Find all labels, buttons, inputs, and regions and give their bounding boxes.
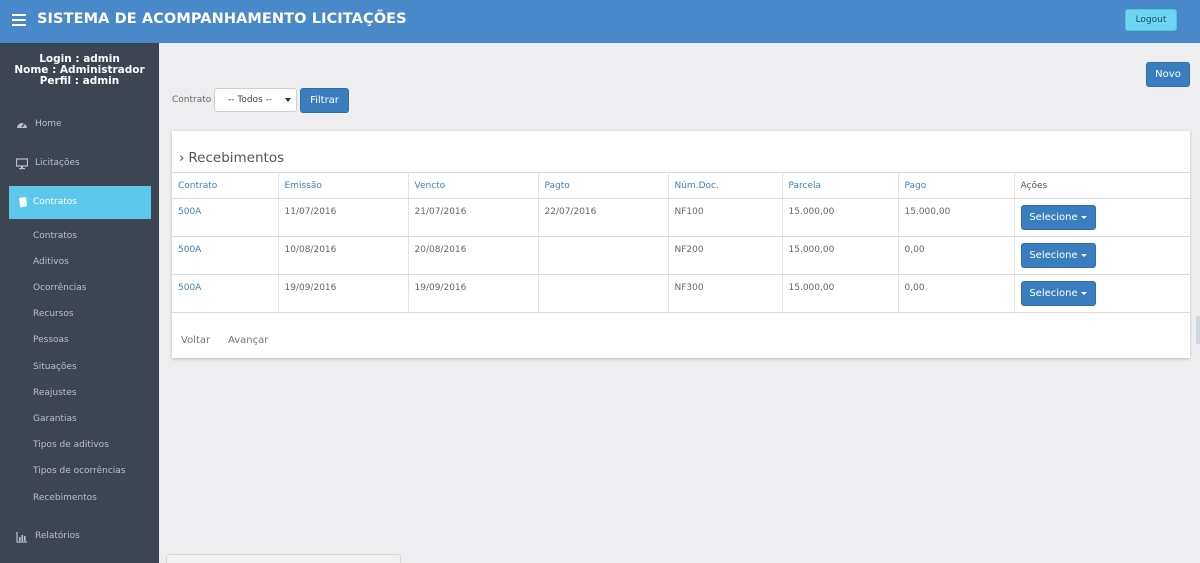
top-bar: SISTEMA DE ACOMPANHAMENTO LICITAÇÕES Log…	[0, 0, 1200, 43]
column-header-emissao[interactable]: Emissão	[278, 172, 409, 199]
cell-parcela: 15.000,00	[782, 274, 899, 313]
sidebar-subitem-tipos-aditivos[interactable]: Tipos de aditivos	[33, 440, 109, 450]
panel-title-text: Recebimentos	[188, 150, 285, 166]
caret-down-icon	[1080, 253, 1087, 257]
column-header-acoes: Ações	[1014, 172, 1190, 199]
column-header-pagto[interactable]: Pagto	[538, 172, 669, 199]
cell-vencto: 19/09/2016	[408, 274, 539, 313]
novo-button[interactable]: Novo	[1146, 62, 1190, 87]
column-header-contrato[interactable]: Contrato	[172, 172, 279, 199]
cell-parcela: 15.000,00	[782, 236, 899, 275]
cell-numdoc: NF200	[668, 236, 783, 275]
cell-parcela: 15.000,00	[782, 198, 899, 237]
panel-title: › Recebimentos	[179, 150, 284, 166]
bottom-tab-edge	[166, 554, 401, 563]
column-header-parcela[interactable]: Parcela	[782, 172, 899, 199]
column-header-vencto[interactable]: Vencto	[408, 172, 539, 199]
sidebar-item-home[interactable]: Home	[0, 111, 159, 141]
cell-emissao: 11/07/2016	[278, 198, 409, 237]
cell-contrato[interactable]: 500A	[172, 274, 279, 313]
recebimentos-panel: › Recebimentos Contrato Emissão Vencto Pa…	[172, 131, 1190, 358]
sidebar-subitem-reajustes[interactable]: Reajustes	[33, 388, 77, 398]
sidebar-item-contratos[interactable]: Contratos	[9, 186, 151, 219]
selecione-button[interactable]: Selecione	[1020, 243, 1096, 268]
sidebar-subitem-recebimentos[interactable]: Recebimentos	[33, 493, 97, 503]
chevron-right-icon: ›	[179, 150, 185, 166]
cell-vencto: 20/08/2016	[408, 236, 539, 275]
monitor-icon	[16, 158, 28, 170]
selecione-label: Selecione	[1029, 250, 1078, 261]
sidebar-subitem-aditivos[interactable]: Aditivos	[33, 257, 69, 267]
sidebar-item-relatorios[interactable]: Relatórios	[0, 523, 159, 553]
side-scroll-tab[interactable]	[1196, 316, 1200, 344]
sidebar: Login : admin Nome : Administrador Perfi…	[0, 43, 159, 563]
user-info: Login : admin Nome : Administrador Perfi…	[0, 54, 159, 87]
cell-pagto: 22/07/2016	[538, 198, 669, 237]
cell-emissao: 10/08/2016	[278, 236, 409, 275]
sidebar-subitem-pessoas[interactable]: Pessoas	[33, 335, 69, 345]
table-row: 500A 19/09/2016 19/09/2016 NF300 15.000,…	[172, 274, 1190, 313]
pager-prev-link[interactable]: Voltar	[181, 335, 210, 346]
cell-acoes: Selecione	[1014, 198, 1190, 237]
selecione-label: Selecione	[1029, 212, 1078, 223]
sidebar-subitem-contratos[interactable]: Contratos	[33, 231, 77, 241]
table-row: 500A 11/07/2016 21/07/2016 22/07/2016 NF…	[172, 198, 1190, 237]
sidebar-subitem-recursos[interactable]: Recursos	[33, 309, 74, 319]
pager-next-link[interactable]: Avançar	[228, 335, 268, 346]
cell-pagto	[538, 274, 669, 313]
contrato-filter-label: Contrato	[172, 95, 212, 105]
cell-vencto: 21/07/2016	[408, 198, 539, 237]
sidebar-item-licitacoes[interactable]: Licitações	[0, 150, 159, 180]
table-header-row: Contrato Emissão Vencto Pagto Núm.Doc. P…	[172, 172, 1190, 199]
sidebar-item-label: Contratos	[33, 197, 77, 207]
cell-contrato[interactable]: 500A	[172, 198, 279, 237]
sidebar-subitem-garantias[interactable]: Garantias	[33, 414, 77, 424]
sidebar-item-label: Licitações	[35, 158, 80, 168]
sidebar-subitem-situacoes[interactable]: Situações	[33, 362, 77, 372]
cell-acoes: Selecione	[1014, 236, 1190, 275]
column-header-numdoc[interactable]: Núm.Doc.	[668, 172, 783, 199]
book-icon	[19, 197, 27, 208]
chevron-down-icon	[285, 98, 291, 102]
cell-pagto	[538, 236, 669, 275]
tachometer-icon	[17, 123, 27, 128]
filtrar-button[interactable]: Filtrar	[300, 88, 349, 113]
caret-down-icon	[1080, 291, 1087, 295]
recebimentos-table: Contrato Emissão Vencto Pagto Núm.Doc. P…	[172, 172, 1190, 313]
cell-numdoc: NF300	[668, 274, 783, 313]
cell-pago: 0,00	[898, 236, 1015, 275]
cell-numdoc: NF100	[668, 198, 783, 237]
sidebar-subitem-tipos-ocorrencias[interactable]: Tipos de ocorrências	[33, 466, 126, 476]
logout-button[interactable]: Logout	[1125, 9, 1177, 31]
sidebar-item-label: Home	[35, 119, 62, 129]
user-profile: Perfil : admin	[39, 75, 120, 87]
caret-down-icon	[1080, 215, 1087, 219]
table-row: 500A 10/08/2016 20/08/2016 NF200 15.000,…	[172, 236, 1190, 275]
sidebar-item-label: Relatórios	[35, 531, 80, 541]
cell-pago: 0,00	[898, 274, 1015, 313]
sidebar-subitem-ocorrencias[interactable]: Ocorrências	[33, 283, 86, 293]
hamburger-icon[interactable]	[12, 14, 26, 26]
app-title: SISTEMA DE ACOMPANHAMENTO LICITAÇÕES	[37, 11, 407, 27]
selecione-button[interactable]: Selecione	[1020, 205, 1096, 230]
column-header-pago[interactable]: Pago	[898, 172, 1015, 199]
selecione-button[interactable]: Selecione	[1020, 281, 1096, 306]
selecione-label: Selecione	[1029, 288, 1078, 299]
cell-pago: 15.000,00	[898, 198, 1015, 237]
contrato-select-value: -- Todos --	[228, 95, 273, 105]
contrato-select[interactable]: -- Todos --	[214, 88, 297, 112]
cell-acoes: Selecione	[1014, 274, 1190, 313]
cell-emissao: 19/09/2016	[278, 274, 409, 313]
cell-contrato[interactable]: 500A	[172, 236, 279, 275]
bar-chart-icon	[16, 532, 27, 543]
